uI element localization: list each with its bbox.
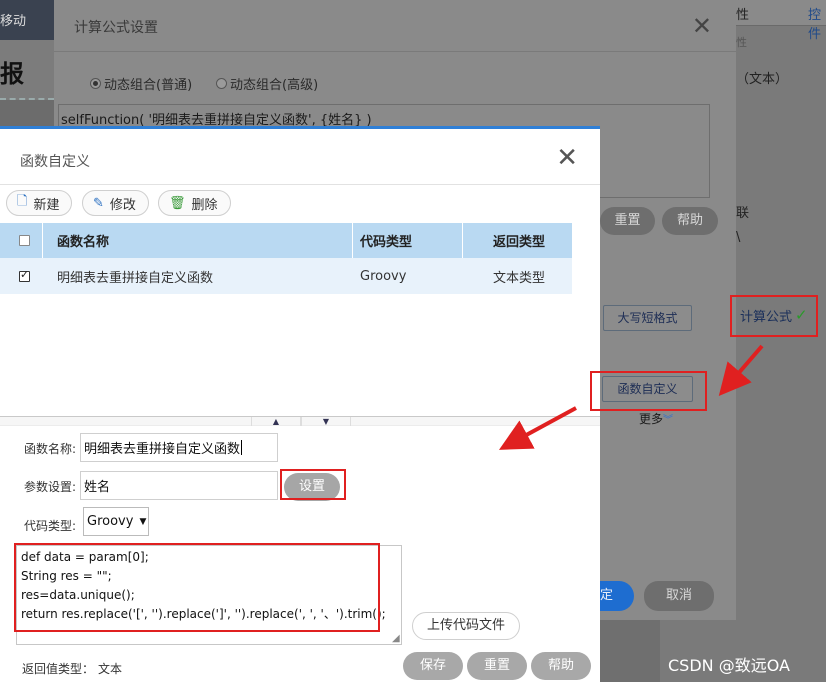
watermark: CSDN @致远OA [668,656,790,675]
annotation-arrow [498,406,577,450]
annotation-arrow [718,344,764,397]
annotation-arrows [498,344,764,450]
